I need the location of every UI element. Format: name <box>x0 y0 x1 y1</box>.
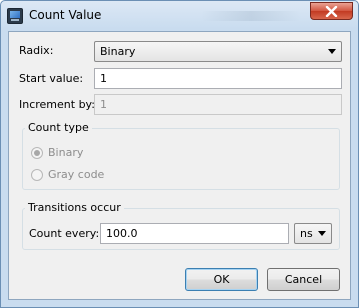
count-value-dialog: Count Value Radix: Binary Start value: 1… <box>0 0 359 308</box>
close-button[interactable] <box>310 2 353 20</box>
dialog-body: Radix: Binary Start value: 1 Increment b… <box>8 31 351 300</box>
start-value-input[interactable]: 1 <box>94 68 342 89</box>
radix-label: Radix: <box>19 44 54 57</box>
radio-binary-label: Binary <box>48 146 84 159</box>
app-icon <box>7 8 23 24</box>
radio-gray-code-label: Gray code <box>48 168 105 181</box>
start-value-label: Start value: <box>19 72 84 85</box>
title-bar-highlight <box>201 11 301 21</box>
radio-gray-code-indicator <box>31 169 43 181</box>
chevron-down-icon <box>328 49 336 54</box>
count-type-title: Count type <box>25 121 92 134</box>
transitions-title: Transitions occur <box>25 201 124 214</box>
unit-select-value: ns <box>300 227 313 240</box>
radix-select-value: Binary <box>100 45 136 58</box>
count-every-label: Count every: <box>29 227 100 240</box>
increment-label: Increment by: <box>19 98 95 111</box>
dialog-title: Count Value <box>29 8 102 22</box>
radix-select[interactable]: Binary <box>94 41 342 62</box>
cancel-button[interactable]: Cancel <box>267 268 340 291</box>
count-every-input[interactable]: 100.0 <box>100 223 289 244</box>
title-bar[interactable]: Count Value <box>1 1 358 31</box>
unit-select[interactable]: ns <box>294 223 332 244</box>
ok-button[interactable]: OK <box>185 268 258 291</box>
close-icon <box>325 6 338 17</box>
chevron-down-icon <box>318 231 326 236</box>
increment-input: 1 <box>94 94 342 115</box>
radio-binary-indicator <box>31 147 43 159</box>
